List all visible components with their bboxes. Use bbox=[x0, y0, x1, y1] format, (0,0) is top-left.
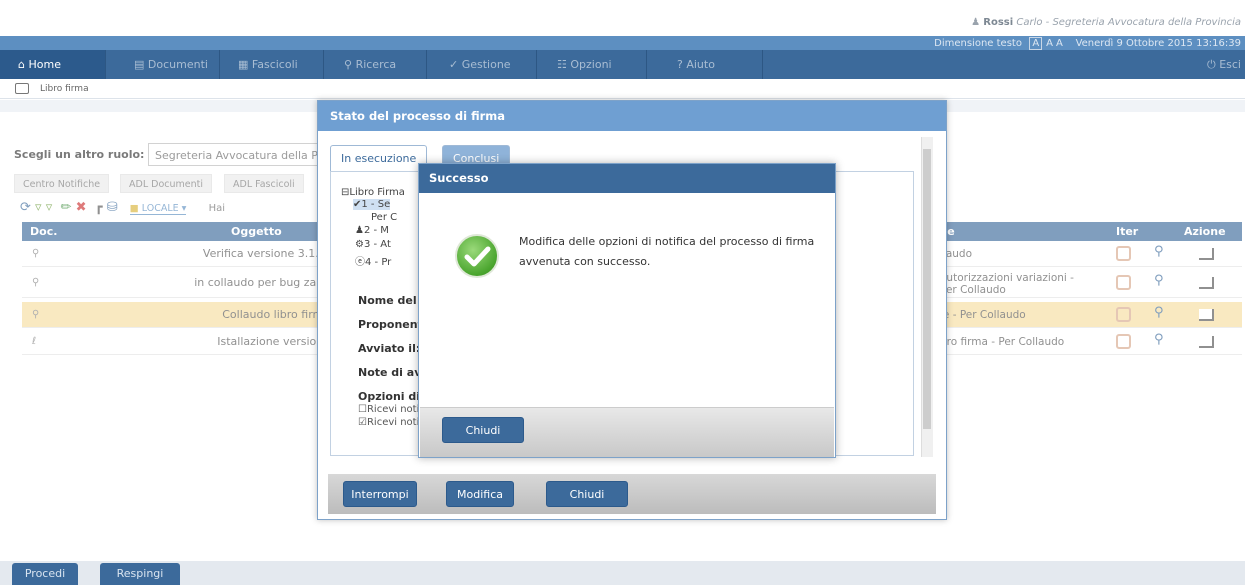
tree-node[interactable]: ✔1 - Se bbox=[353, 199, 391, 210]
user-info: ♟ Rossi Carlo - Segreteria Avvocatura de… bbox=[971, 17, 1241, 28]
datetime: Venerdì 9 Ottobre 2015 13:16:39 bbox=[1075, 38, 1241, 49]
modifica-button[interactable]: Modifica bbox=[446, 481, 514, 507]
document-icon: ▤ bbox=[134, 58, 145, 71]
scrollbar-thumb[interactable] bbox=[923, 149, 931, 429]
user-role: Carlo - Segreteria Avvocatura della Prov… bbox=[1016, 17, 1241, 28]
logout-button[interactable]: ⏻ Esci bbox=[1181, 50, 1241, 79]
user-step-icon: ♟ bbox=[355, 225, 364, 236]
book-icon bbox=[15, 83, 29, 94]
breadcrumb: Libro firma bbox=[0, 79, 1245, 99]
tab-in-esecuzione[interactable]: In esecuzione bbox=[330, 145, 428, 171]
success-title: Successo bbox=[419, 164, 835, 193]
tab-aiuto[interactable]: ? Aiuto bbox=[647, 50, 763, 79]
tab-documenti[interactable]: ▤ Documenti bbox=[118, 50, 220, 79]
user-bar: ♟ Rossi Carlo - Segreteria Avvocatura de… bbox=[0, 0, 1245, 32]
tree-node[interactable]: ♟2 - M bbox=[355, 225, 389, 236]
dialog-title: Stato del processo di firma bbox=[318, 101, 946, 131]
tab-home[interactable]: ⌂ Home bbox=[0, 50, 106, 79]
text-size-label: Dimensione testo bbox=[934, 38, 1022, 49]
home-icon: ⌂ bbox=[18, 58, 25, 71]
tab-ricerca[interactable]: ⚲ Ricerca bbox=[324, 50, 427, 79]
tab-fascicoli[interactable]: ▦ Fascicoli bbox=[220, 50, 324, 79]
power-icon: ⏻ bbox=[1207, 58, 1216, 71]
main-nav: ⌂ Home ▤ Documenti ▦ Fascicoli ⚲ Ricerca… bbox=[0, 50, 1245, 79]
options-icon: ☷ bbox=[557, 58, 567, 71]
folder-icon: ▦ bbox=[238, 58, 249, 71]
gear-icon: ⚙ bbox=[355, 239, 364, 250]
success-dialog: Successo Modifica delle opzioni di notif… bbox=[418, 163, 836, 458]
success-message: Modifica delle opzioni di notifica del p… bbox=[519, 235, 815, 268]
user-icon: ♟ bbox=[971, 17, 981, 28]
procedi-button[interactable]: Procedi bbox=[12, 563, 78, 585]
respingi-button[interactable]: Respingi bbox=[100, 563, 180, 585]
breadcrumb-label[interactable]: Libro firma bbox=[40, 84, 89, 94]
tree-root[interactable]: ⊟Libro Firma bbox=[341, 187, 405, 198]
checkbox-ricevi-1[interactable]: ☐Ricevi notifi bbox=[358, 404, 426, 415]
chiudi-button[interactable]: Chiudi bbox=[546, 481, 628, 507]
help-icon: ? bbox=[677, 58, 683, 71]
bottom-bar bbox=[0, 561, 1245, 585]
success-footer: Chiudi bbox=[420, 407, 834, 457]
text-size-large[interactable]: A bbox=[1056, 38, 1063, 49]
tab-gestione[interactable]: ✓ Gestione bbox=[427, 50, 537, 79]
checkbox-ricevi-2[interactable]: ☑Ricevi notifi bbox=[358, 417, 426, 428]
tree-node[interactable]: ⚙3 - At bbox=[355, 239, 391, 250]
tab-opzioni[interactable]: ☷ Opzioni bbox=[537, 50, 647, 79]
text-size-small[interactable]: A bbox=[1029, 37, 1043, 50]
wrench-icon: ✓ bbox=[449, 58, 459, 71]
info-bar: Dimensione testo AAA Venerdì 9 Ottobre 2… bbox=[0, 36, 1245, 50]
user-name: Rossi bbox=[983, 17, 1014, 28]
tree-node[interactable]: ⓔ4 - Pr bbox=[355, 253, 391, 268]
success-check-icon bbox=[455, 234, 499, 278]
interrompi-button[interactable]: Interrompi bbox=[343, 481, 417, 507]
dialog-footer: Interrompi Modifica Chiudi bbox=[328, 474, 936, 514]
search-icon: ⚲ bbox=[344, 58, 353, 71]
tree-node[interactable]: Per C bbox=[371, 212, 397, 223]
end-icon: ⓔ bbox=[355, 257, 365, 268]
success-close-button[interactable]: Chiudi bbox=[442, 417, 524, 443]
text-size-medium[interactable]: A bbox=[1046, 38, 1053, 49]
